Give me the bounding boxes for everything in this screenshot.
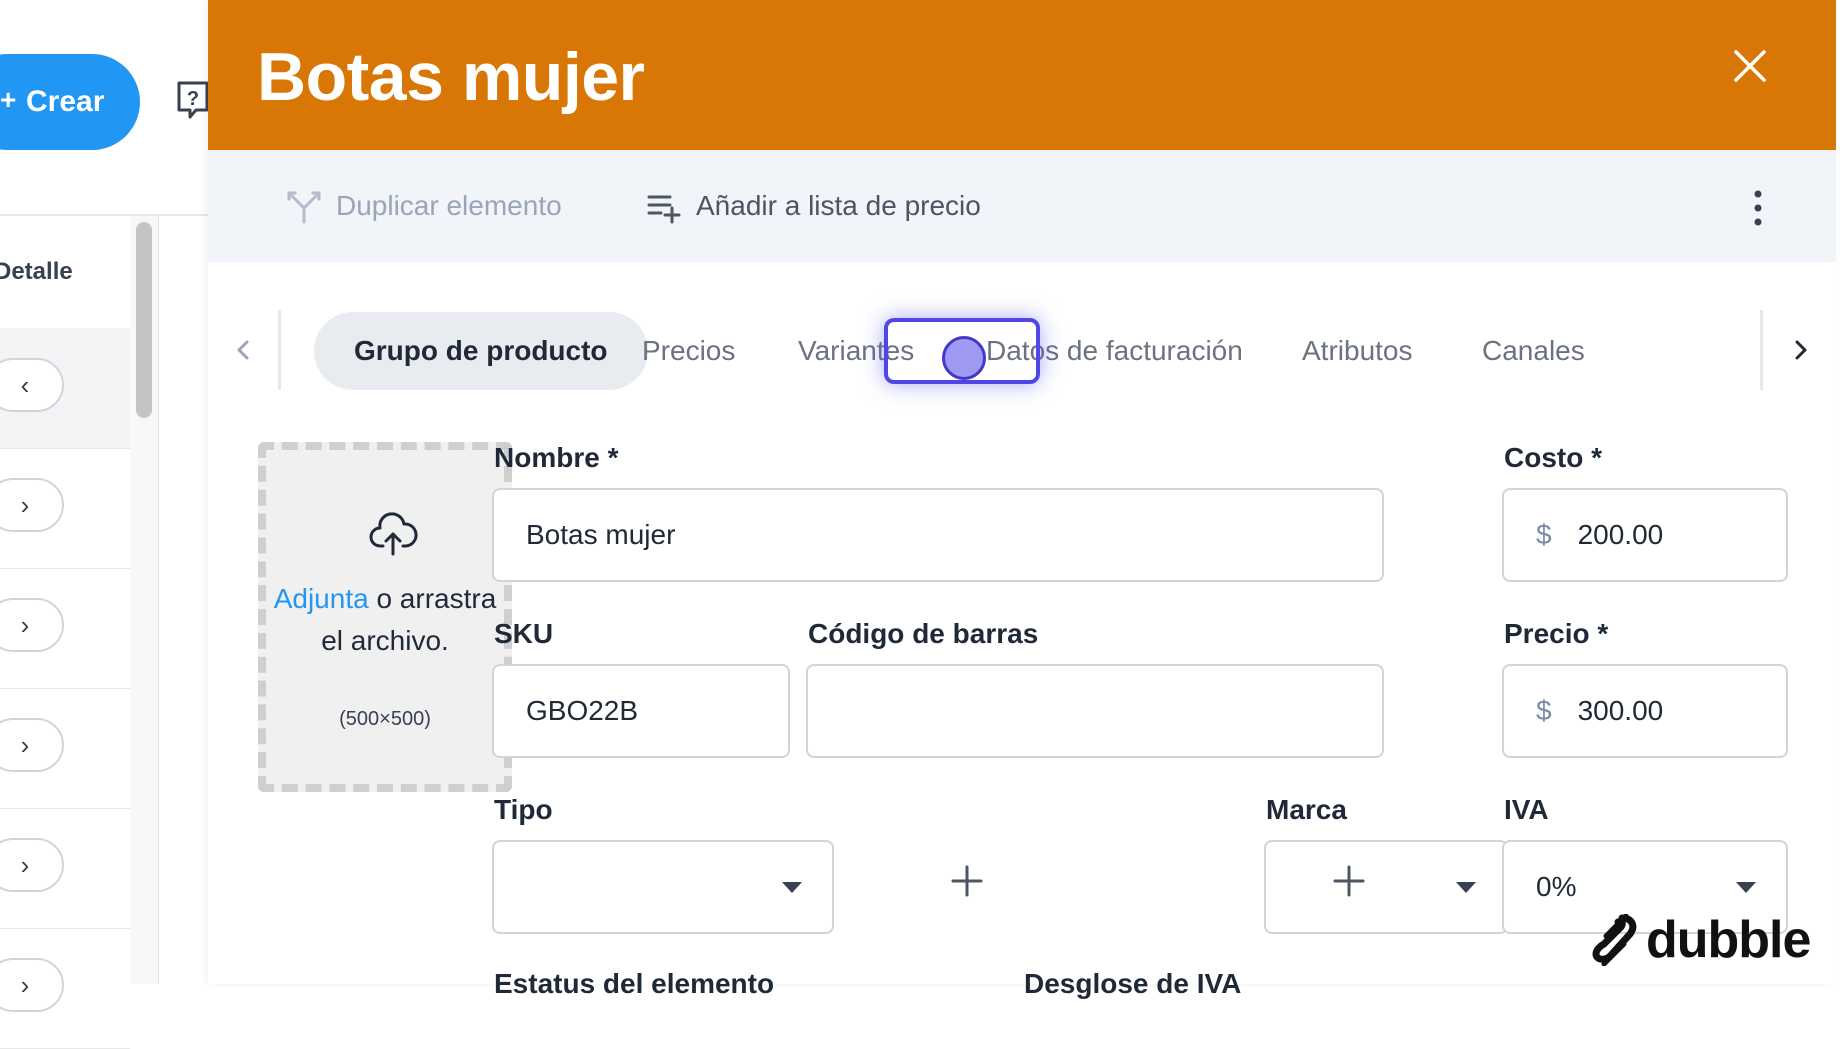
add-to-pricelist-label: Añadir a lista de precio xyxy=(696,190,981,221)
list-header-label: Detalle xyxy=(0,258,73,285)
dubble-watermark: dubble xyxy=(1592,910,1811,970)
list-row[interactable]: › xyxy=(0,688,130,809)
status-label: Estatus del elemento xyxy=(494,968,775,999)
cost-label: Costo * xyxy=(1504,442,1602,473)
add-type-icon[interactable] xyxy=(950,864,984,898)
dubble-wordmark: dubble xyxy=(1646,911,1811,969)
barcode-label: Código de barras xyxy=(808,618,1039,649)
list-row[interactable]: › xyxy=(0,928,130,1049)
chevron-right-icon[interactable]: › xyxy=(0,478,64,532)
background-list: Detalle ‹ › › › › › xyxy=(0,216,131,1049)
add-to-pricelist-button[interactable]: Añadir a lista de precio xyxy=(646,186,981,226)
dubble-logo-icon xyxy=(1592,914,1637,966)
tab-bar: Grupo de producto Precios Variantes Dato… xyxy=(208,300,1836,400)
list-header: Detalle xyxy=(0,216,130,329)
duplicate-button[interactable]: Duplicar elemento xyxy=(286,186,562,226)
cost-field[interactable]: $ 200.00 xyxy=(1502,488,1788,582)
divider xyxy=(1760,310,1763,390)
playlist-add-icon xyxy=(647,195,681,224)
price-field[interactable]: $ 300.00 xyxy=(1502,664,1788,758)
currency-symbol: $ xyxy=(1536,519,1552,550)
tab-precios[interactable]: Precios xyxy=(642,312,735,390)
fork-icon xyxy=(287,191,321,224)
list-row[interactable]: ‹ xyxy=(0,328,130,449)
brand-label: Marca xyxy=(1266,794,1347,825)
iva-select-value: 0% xyxy=(1536,871,1577,902)
product-drawer: Botas mujer Duplicar elemento Añadir a l… xyxy=(208,0,1836,999)
more-options-icon[interactable] xyxy=(1750,188,1766,228)
chevron-right-icon[interactable]: › xyxy=(0,718,64,772)
sku-field[interactable]: GBO22B xyxy=(492,664,790,758)
sku-label: SKU xyxy=(494,618,554,649)
image-upload-dropzone[interactable]: Adjunta o arrastra el archivo. (500×500) xyxy=(258,442,512,792)
price-field-value: 300.00 xyxy=(1577,695,1664,726)
cloud-upload-icon xyxy=(369,512,418,556)
attach-link[interactable]: Adjunta xyxy=(274,583,369,614)
price-label: Precio * xyxy=(1504,618,1609,649)
sku-field-value: GBO22B xyxy=(526,695,639,726)
add-brand-icon[interactable] xyxy=(1332,864,1366,898)
currency-symbol: $ xyxy=(1536,695,1552,726)
barcode-field[interactable] xyxy=(806,664,1384,758)
iva-label: IVA xyxy=(1504,794,1549,825)
create-button-label: Crear xyxy=(26,85,105,118)
tab-atributos[interactable]: Atributos xyxy=(1302,312,1413,390)
iva-breakdown-label: Desglose de IVA xyxy=(1024,968,1242,999)
help-icon[interactable]: ? xyxy=(176,80,210,120)
list-row[interactable]: › xyxy=(0,448,130,569)
drawer-header: Botas mujer xyxy=(208,0,1836,150)
drawer-title: Botas mujer xyxy=(257,39,645,115)
brand-select[interactable] xyxy=(1264,840,1508,934)
name-field-value: Botas mujer xyxy=(526,519,676,550)
name-field[interactable]: Botas mujer xyxy=(492,488,1384,582)
list-row[interactable]: › xyxy=(0,568,130,689)
svg-text:?: ? xyxy=(187,88,199,110)
chevron-left-icon[interactable]: ‹ xyxy=(0,358,64,412)
chevron-left-icon[interactable] xyxy=(228,330,258,370)
chevron-right-icon[interactable]: › xyxy=(0,598,64,652)
drawer-toolbar: Duplicar elemento Añadir a lista de prec… xyxy=(208,150,1836,262)
duplicate-button-label: Duplicar elemento xyxy=(336,190,562,221)
list-row[interactable]: › xyxy=(0,808,130,929)
chevron-down-icon xyxy=(782,882,802,893)
scrollbar-thumb[interactable] xyxy=(136,222,152,418)
click-indicator xyxy=(942,336,986,380)
background-app: + Crear ? Detalle ‹ › › › › › xyxy=(0,0,210,1049)
tab-canales[interactable]: Canales xyxy=(1482,312,1585,390)
chevron-right-icon[interactable]: › xyxy=(0,838,64,892)
tab-grupo-de-producto[interactable]: Grupo de producto xyxy=(314,312,648,390)
name-label: Nombre * xyxy=(494,442,619,473)
type-select[interactable] xyxy=(492,840,834,934)
cost-field-value: 200.00 xyxy=(1577,519,1664,550)
create-button[interactable]: + Crear xyxy=(0,54,140,150)
upload-dimensions: (500×500) xyxy=(339,708,431,730)
plus-icon: + xyxy=(0,84,17,115)
upload-instructions: Adjunta o arrastra el archivo. xyxy=(266,578,504,662)
type-label: Tipo xyxy=(494,794,553,825)
close-icon[interactable] xyxy=(1732,48,1768,84)
chevron-right-icon[interactable]: › xyxy=(0,958,64,1012)
chevron-down-icon xyxy=(1456,882,1476,893)
chevron-right-icon[interactable] xyxy=(1786,330,1816,370)
chevron-down-icon xyxy=(1736,882,1756,893)
divider xyxy=(158,216,159,984)
